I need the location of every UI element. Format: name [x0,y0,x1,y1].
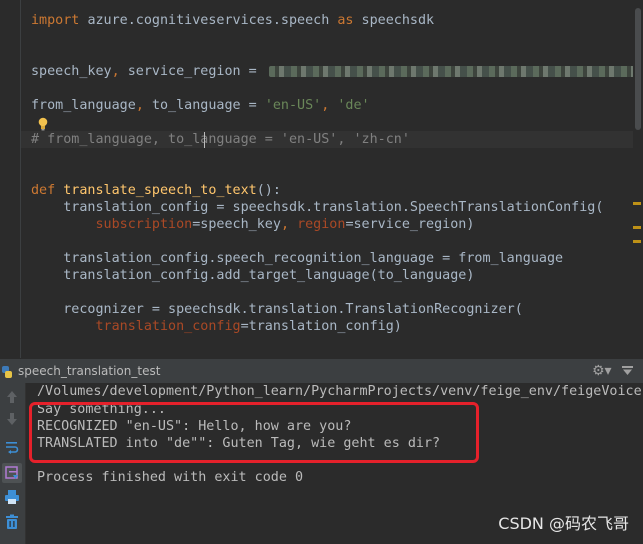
scroll-to-end-toggle[interactable] [2,463,22,483]
code-line[interactable]: def translate_speech_to_text(): [31,182,281,199]
editor-scrollbar[interactable] [633,0,643,358]
scroll-to-end-icon [5,466,18,479]
arrow-down-icon[interactable] [4,411,20,427]
soft-wrap-icon[interactable] [4,439,20,455]
python-icon [2,366,12,378]
highlight-annotation-box [29,402,479,463]
code-token: import [31,13,88,28]
code-token: =speech_key [192,217,281,232]
watermark: CSDN @码农飞哥 [498,514,629,533]
code-line[interactable]: recognizer = speechsdk.translation.Trans… [31,301,523,318]
code-token: 'de' [337,98,370,113]
code-token: =service_region) [345,217,475,232]
code-token: def [31,183,64,198]
code-token: # from_language, to_language = 'en-US', … [31,132,410,147]
code-line[interactable]: translation_config.add_target_language(t… [31,267,474,284]
code-line[interactable]: subscription=speech_key, region=service_… [31,216,475,233]
text-caret [204,132,205,148]
print-icon[interactable] [4,489,20,505]
code-line[interactable]: import azure.cognitiveservices.speech as… [31,12,434,29]
code-token: as [337,13,362,28]
editor-scrollbar-thumb[interactable] [635,8,641,130]
redacted-credentials [268,65,639,77]
code-line[interactable]: translation_config = speechsdk.translati… [31,199,603,216]
run-configuration-title[interactable]: speech_translation_test [18,359,160,384]
code-token: translate_speech_to_text [63,183,257,198]
trash-icon[interactable] [4,514,20,530]
code-token: translation_config.add_target_language(t… [31,268,475,283]
run-window-header: speech_translation_test ⚙▾ [0,358,643,384]
code-token: azure.cognitiveservices.speech [87,13,338,28]
code-token: speechsdk [361,13,435,28]
editor-gutter [20,0,21,358]
code-token: to_language = [151,98,265,113]
code-editor[interactable]: import azure.cognitiveservices.speech as… [0,0,643,358]
warning-marker[interactable] [633,202,641,205]
code-line[interactable]: translation_config.speech_recognition_la… [31,250,563,267]
code-token: , [321,98,338,113]
code-line[interactable]: from_language, to_language = 'en-US', 'd… [31,97,370,114]
hide-window-icon[interactable] [622,366,633,375]
code-token: , [111,64,128,79]
code-line[interactable]: translation_config=translation_config) [31,318,402,335]
code-token: =translation_config) [240,319,402,334]
code-token: region [297,217,346,232]
code-token: recognizer = speechsdk.translation.Trans… [31,302,523,317]
console-line: Process finished with exit code 0 [37,470,304,485]
code-token: service_region = [127,64,265,79]
code-token: translation_config.speech_recognition_la… [31,251,564,266]
arrow-up-icon[interactable] [4,389,20,405]
code-token: , [280,217,298,232]
gear-icon[interactable]: ⚙▾ [592,363,612,379]
code-line[interactable]: speech_key, service_region = [31,63,639,80]
run-toolbar [0,383,26,544]
code-token: translation_config [95,319,241,334]
code-line[interactable]: # from_language, to_language = 'en-US', … [31,131,410,148]
code-token: (): [256,183,281,198]
code-token: translation_config = speechsdk.translati… [31,200,604,215]
code-token: , [135,98,152,113]
code-token: speech_key [31,64,112,79]
warning-marker[interactable] [633,240,641,243]
lightbulb-icon[interactable] [38,117,48,131]
console-line: /Volumes/development/Python_learn/Pychar… [37,384,642,399]
code-token: 'en-US' [264,98,322,113]
code-token: subscription [95,217,193,232]
warning-marker[interactable] [633,226,641,229]
code-token: from_language [31,98,136,113]
